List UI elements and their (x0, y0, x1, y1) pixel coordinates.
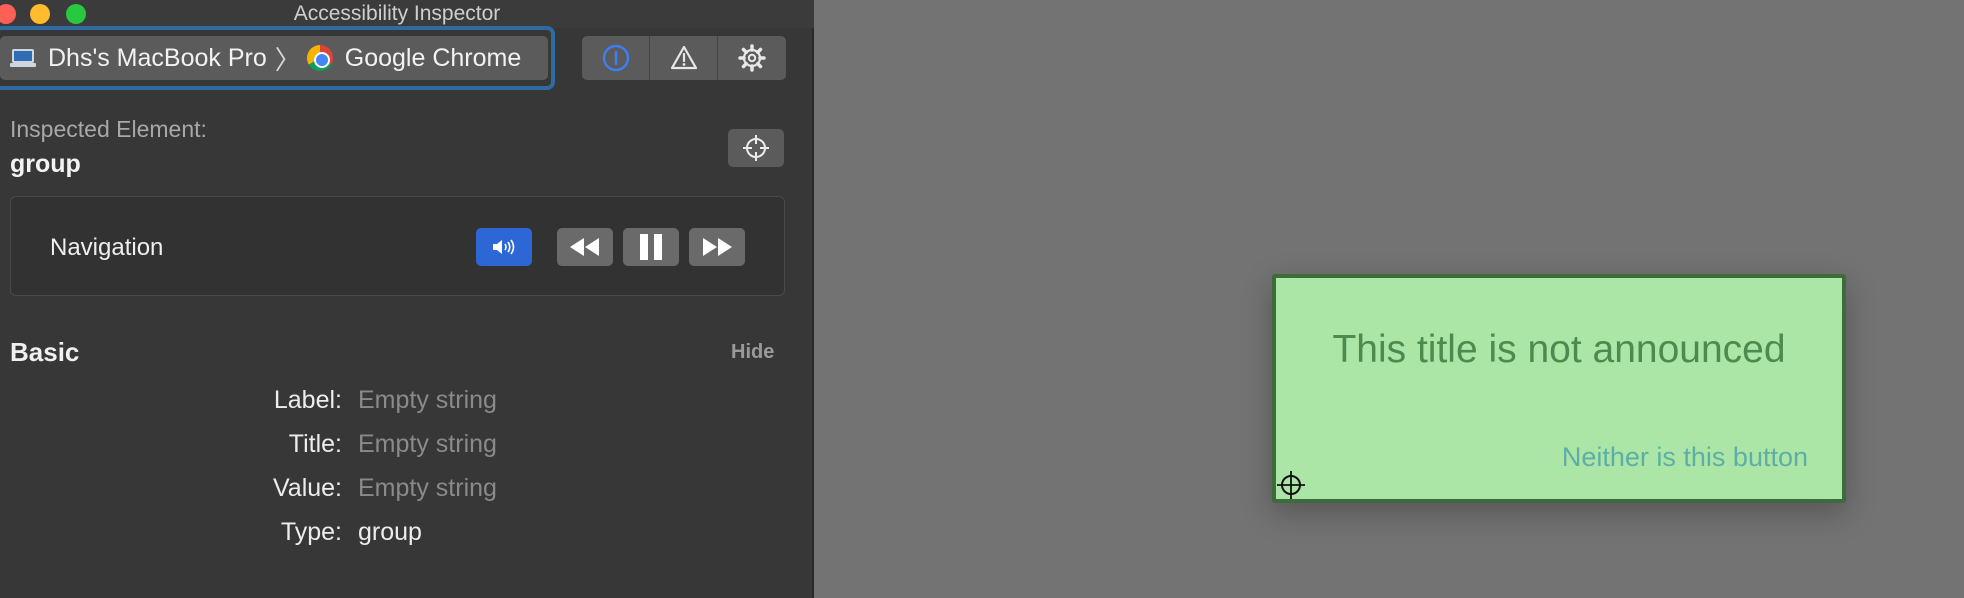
attribute-row-value: Value: Empty string (0, 474, 800, 506)
inspected-element-value: group (10, 150, 81, 178)
attribute-key: Label: (273, 386, 342, 414)
previous-element-button[interactable] (557, 228, 613, 266)
attribute-row-title: Title: Empty string (0, 430, 800, 462)
inspected-group-card[interactable]: This title is not announced Neither is t… (1272, 274, 1846, 503)
inspector-mode-segmented-control (582, 36, 786, 80)
attribute-key: Value: (272, 474, 342, 502)
crosshair-cursor-icon (1277, 471, 1305, 499)
rewind-icon (570, 238, 599, 256)
attribute-key: Title: (288, 430, 342, 458)
attribute-key: Type: (280, 518, 342, 546)
info-icon (602, 44, 629, 72)
pause-button[interactable] (623, 228, 679, 266)
basic-section-title: Basic (10, 337, 80, 367)
next-element-button[interactable] (689, 228, 745, 266)
speak-button[interactable] (476, 228, 532, 266)
attribute-value: Empty string (358, 474, 497, 502)
accessibility-inspector-window: Accessibility Inspector Dhs's MacBook Pr… (0, 0, 814, 598)
window-title: Accessibility Inspector (293, 2, 501, 25)
title-bar: Accessibility Inspector (0, 0, 814, 28)
card-title: This title is not announced (1332, 328, 1786, 371)
chevron-right-icon: 〉 (274, 44, 301, 75)
attribute-value: Empty string (358, 430, 497, 458)
inspection-tab[interactable] (582, 36, 650, 80)
attribute-row-type: Type: group (0, 518, 800, 550)
navigation-label: Navigation (50, 234, 164, 261)
gear-icon (738, 44, 766, 72)
navigation-panel: Navigation (10, 196, 785, 296)
warning-icon (670, 45, 697, 70)
audit-tab[interactable] (650, 36, 718, 80)
target-app: Google Chrome (344, 43, 522, 72)
pause-icon (640, 234, 662, 260)
target-host: Dhs's MacBook Pro (48, 43, 267, 72)
hide-basic-section-button[interactable]: Hide (731, 341, 774, 364)
crosshair-icon (743, 135, 769, 161)
settings-tab[interactable] (718, 36, 786, 80)
fast-forward-icon (703, 238, 732, 256)
attribute-row-label: Label: Empty string (0, 386, 800, 418)
inspected-element-label: Inspected Element: (10, 116, 207, 142)
attribute-value: Empty string (358, 386, 497, 414)
chrome-icon (306, 45, 333, 71)
speaker-icon (493, 239, 515, 255)
inspection-pointer-button[interactable] (728, 129, 784, 167)
card-button[interactable]: Neither is this button (1562, 442, 1808, 473)
attribute-value: group (358, 518, 422, 546)
laptop-icon (10, 49, 36, 67)
target-selector[interactable]: Dhs's MacBook Pro 〉 Google Chrome (0, 36, 548, 80)
